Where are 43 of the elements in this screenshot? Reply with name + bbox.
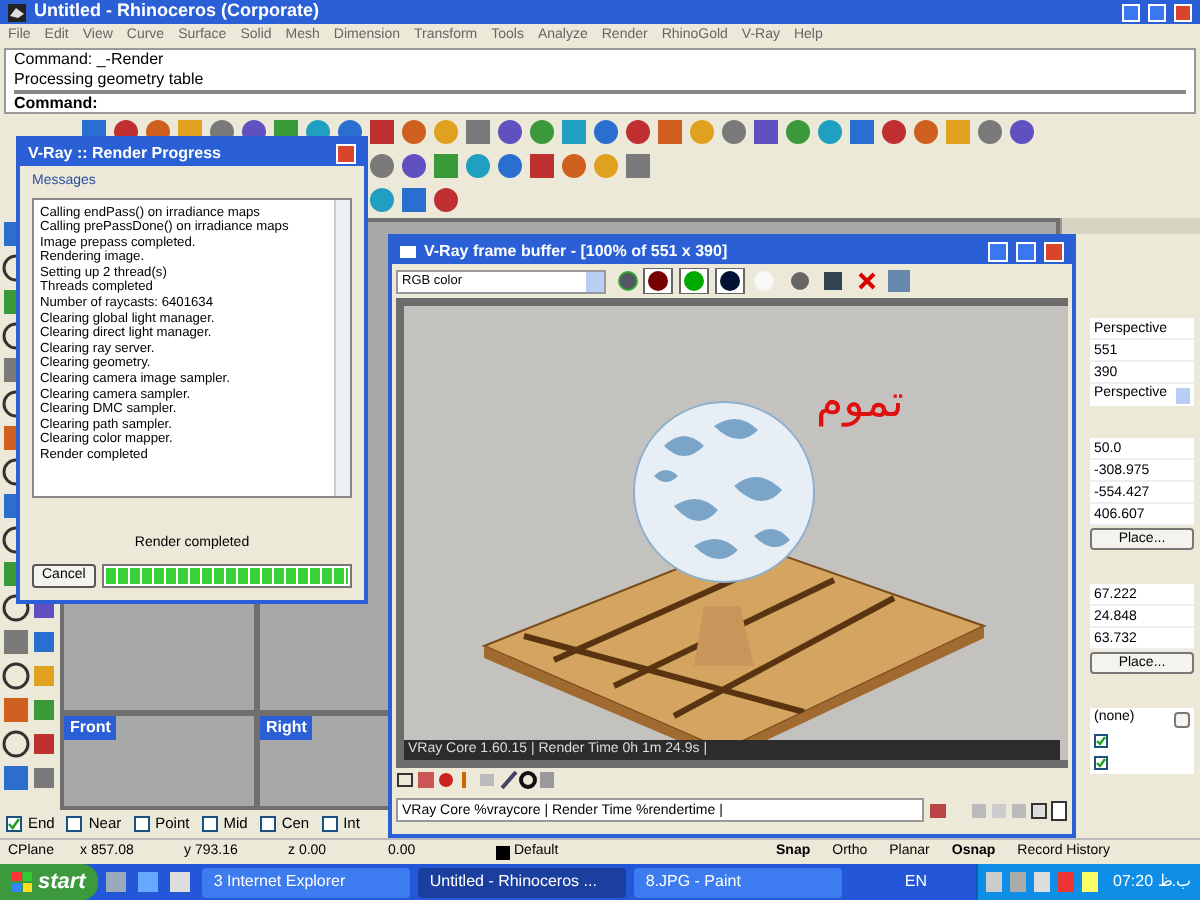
- command-history-line: Processing geometry table: [14, 70, 206, 90]
- overlay-text: تموم: [816, 376, 904, 432]
- stamp-tools-icons-drawing[interactable]: [928, 799, 1068, 821]
- osnap-checkbox[interactable]: [66, 816, 83, 832]
- start-button[interactable]: start: [0, 864, 98, 900]
- osnap-checkbox[interactable]: [133, 816, 150, 832]
- taskbar-button[interactable]: 8.JPG - Paint: [633, 867, 842, 897]
- viewport-label[interactable]: Front: [64, 716, 117, 740]
- toolbar-icons-drawing[interactable]: [80, 117, 1040, 146]
- osnap-checkbox[interactable]: [201, 816, 218, 832]
- message-list[interactable]: [32, 197, 352, 497]
- scrollbar[interactable]: [334, 199, 350, 495]
- window-icon: [400, 245, 416, 257]
- minimize-button[interactable]: [1122, 3, 1140, 21]
- layer-swatch: [496, 845, 510, 859]
- viewport-label[interactable]: Right: [260, 716, 313, 740]
- clock: 07:20 ب.ظ: [1113, 870, 1192, 894]
- bottom-toolbar-icons-drawing[interactable]: [396, 770, 556, 790]
- panel-header: [1062, 218, 1200, 234]
- close-button[interactable]: [1174, 3, 1192, 21]
- maximize-button[interactable]: [1016, 241, 1036, 261]
- osnap-checkbox[interactable]: [259, 816, 276, 832]
- window-title: Untitled - Rhinoceros (Corporate): [34, 0, 320, 25]
- viewport[interactable]: Front: [64, 716, 254, 806]
- close-button[interactable]: [336, 143, 356, 163]
- checkbox[interactable]: [1094, 734, 1108, 748]
- taskbar-button[interactable]: Untitled - Rhinoceros ...: [417, 867, 626, 897]
- command-history-line: Command: _-Render: [14, 50, 166, 70]
- command-prompt[interactable]: Command:: [14, 94, 98, 114]
- osnap-checkbox[interactable]: [6, 816, 22, 832]
- close-button[interactable]: [1044, 241, 1064, 261]
- dialog-title: V-Ray :: Render Progress: [28, 141, 221, 165]
- osnap-checkbox[interactable]: [321, 816, 338, 832]
- checkbox[interactable]: [1094, 756, 1108, 770]
- channel-buttons-drawing[interactable]: [616, 268, 916, 294]
- windows-flag-icon: [12, 872, 32, 892]
- taskbar-button[interactable]: 3 Internet Explorer: [201, 867, 410, 897]
- maximize-button[interactable]: [1148, 3, 1166, 21]
- window-title: V-Ray frame buffer - [100% of 551 x 390]: [424, 239, 728, 263]
- quick-launch-icons-drawing[interactable]: [105, 872, 194, 892]
- minimize-button[interactable]: [988, 241, 1008, 261]
- browse-button[interactable]: [1174, 711, 1190, 727]
- language-indicator[interactable]: EN: [904, 870, 928, 894]
